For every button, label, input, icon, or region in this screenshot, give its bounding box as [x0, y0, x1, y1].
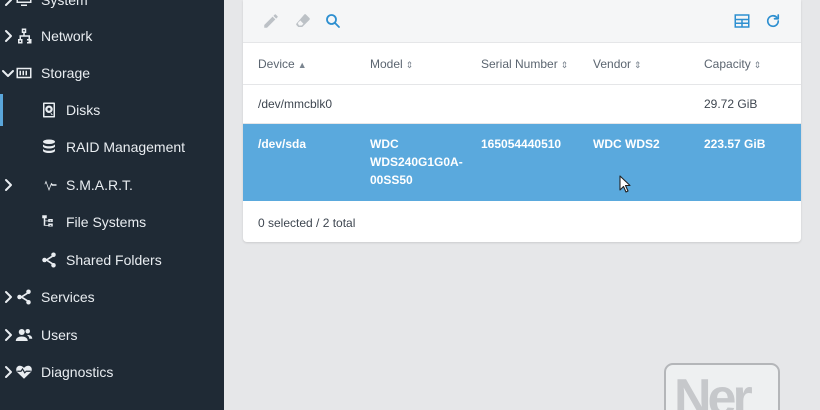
watermark-logo: Ner	[664, 363, 780, 410]
sidebar-item-label: File Systems	[66, 214, 147, 230]
sort-icon: ⇕	[405, 60, 414, 70]
share-icon	[15, 288, 33, 306]
table-row-selected[interactable]: /dev/sda WDC WDS240G1G0A- 00SS50 1650544…	[243, 124, 801, 201]
chevron-right-icon	[5, 0, 12, 6]
sidebar-item-shared-folders[interactable]: Shared Folders	[0, 242, 224, 278]
file-tree-icon	[40, 213, 58, 231]
cell-model: WDC WDS240G1G0A- 00SS50	[370, 137, 463, 187]
cell-capacity: 29.72 GiB	[704, 97, 758, 111]
sidebar-item-label: S.M.A.R.T.	[66, 177, 133, 193]
network-icon	[15, 27, 33, 45]
column-header-vendor[interactable]: Vendor ⇕	[593, 57, 642, 71]
cell-serial-number: 165054440510	[481, 137, 562, 151]
chevron-right-icon	[5, 291, 12, 303]
sidebar-item-label: Shared Folders	[66, 252, 162, 268]
disks-table-card: Device ▲ Model ⇕ Serial Number ⇕ Vendor ⇕ Ca…	[243, 0, 801, 242]
search-icon[interactable]	[323, 11, 343, 31]
chevron-right-icon	[5, 366, 12, 378]
sort-ascending-icon: ▲	[297, 60, 307, 70]
sidebar-item-label: RAID Management	[66, 139, 186, 155]
database-icon	[40, 138, 58, 156]
sidebar-item-label: Storage	[41, 65, 91, 81]
sidebar: System Network Storage Disks RAID Manage…	[0, 0, 224, 410]
selection-summary: 0 selected / 2 total	[258, 216, 356, 230]
monitor-icon	[15, 0, 33, 9]
sidebar-item-label: Diagnostics	[41, 364, 114, 380]
heart-pulse-icon	[15, 363, 33, 381]
cell-device: /dev/mmcblk0	[258, 97, 333, 111]
sidebar-item-raid-management[interactable]: RAID Management	[0, 129, 224, 165]
table-toolbar	[243, 0, 801, 43]
sidebar-item-services[interactable]: Services	[0, 279, 224, 315]
sidebar-item-network[interactable]: Network	[0, 18, 224, 54]
refresh-icon[interactable]	[763, 11, 783, 31]
chevron-down-icon	[2, 70, 14, 77]
chevron-right-icon	[5, 329, 12, 341]
users-icon	[15, 326, 33, 344]
table-columns-icon[interactable]	[732, 11, 752, 31]
sort-icon: ⇕	[753, 60, 762, 70]
cell-vendor: WDC WDS2	[593, 137, 660, 151]
column-header-capacity[interactable]: Capacity ⇕	[704, 57, 761, 71]
sidebar-item-smart[interactable]: S.M.A.R.T.	[0, 167, 224, 203]
sidebar-item-label: Network	[41, 28, 93, 44]
chevron-right-icon	[5, 179, 12, 191]
sidebar-item-diagnostics[interactable]: Diagnostics	[0, 354, 224, 390]
mouse-cursor-icon	[619, 175, 631, 193]
column-header-device[interactable]: Device ▲	[258, 57, 307, 71]
cell-device: /dev/sda	[258, 137, 307, 151]
sidebar-item-label: Users	[41, 327, 78, 343]
sort-icon: ⇕	[560, 60, 569, 70]
chevron-right-icon	[5, 30, 12, 42]
share-icon	[40, 251, 58, 269]
column-header-serial-number[interactable]: Serial Number ⇕	[481, 57, 568, 71]
sidebar-item-system[interactable]: System	[0, 0, 224, 18]
sort-icon: ⇕	[634, 60, 642, 70]
pencil-icon[interactable]	[261, 11, 281, 31]
pulse-icon	[40, 176, 58, 194]
sidebar-item-label: Services	[41, 289, 95, 305]
disk-icon	[40, 101, 58, 119]
sidebar-item-label: Disks	[66, 102, 101, 118]
eraser-icon[interactable]	[293, 11, 313, 31]
sidebar-item-users[interactable]: Users	[0, 317, 224, 353]
sidebar-item-storage[interactable]: Storage	[0, 55, 224, 91]
sidebar-item-file-systems[interactable]: File Systems	[0, 204, 224, 240]
sidebar-item-label: System	[41, 0, 88, 8]
table-row[interactable]: /dev/mmcblk0 29.72 GiB	[243, 84, 801, 124]
sidebar-item-disks[interactable]: Disks	[0, 92, 224, 128]
column-header-model[interactable]: Model ⇕	[370, 57, 413, 71]
storage-icon	[15, 64, 33, 82]
cell-capacity: 223.57 GiB	[704, 137, 766, 151]
